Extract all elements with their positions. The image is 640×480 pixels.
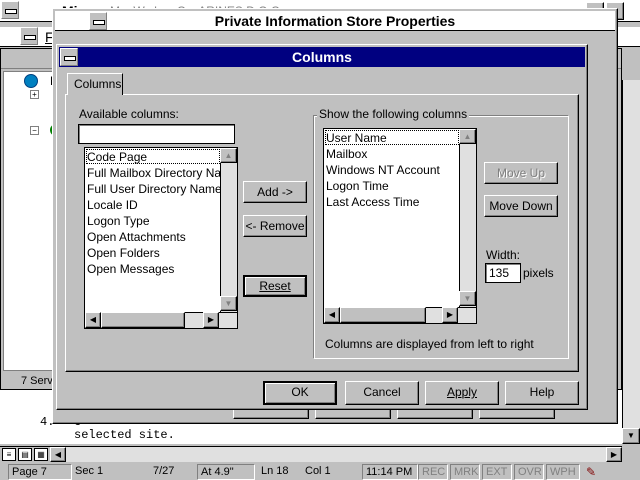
available-scroll-right-icon[interactable]: ▶ xyxy=(203,312,219,328)
status-ovr[interactable]: OVR xyxy=(514,464,544,480)
add-button[interactable]: Add -> xyxy=(243,181,307,203)
columns-title: Columns xyxy=(292,49,352,65)
list-item[interactable]: Mailbox xyxy=(326,146,367,162)
width-input[interactable]: 135 xyxy=(485,263,521,283)
show-columns-list[interactable]: User Name Mailbox Windows NT Account Log… xyxy=(323,128,477,324)
list-item[interactable]: Last Access Time xyxy=(326,194,419,210)
available-columns-input[interactable] xyxy=(78,124,235,144)
word-vscroll[interactable] xyxy=(622,80,640,444)
tab-columns-label: Columns xyxy=(74,77,122,91)
show-scroll-down-icon[interactable]: ▼ xyxy=(459,291,476,306)
available-scroll-down-icon[interactable]: ▼ xyxy=(220,296,237,311)
status-pages: 7/27 xyxy=(153,465,175,477)
status-ln: Ln 18 xyxy=(261,465,289,477)
show-columns-label: Show the following columns xyxy=(317,107,470,121)
move-down-button-label: Move Down xyxy=(489,199,553,213)
tree-expand-icon[interactable]: + xyxy=(30,90,39,99)
reset-button[interactable]: Reset xyxy=(243,275,307,297)
width-label: Width: xyxy=(486,248,521,262)
tab-columns[interactable]: Columns xyxy=(67,73,123,95)
pixels-label: pixels xyxy=(523,266,554,280)
list-item[interactable]: Open Folders xyxy=(87,245,160,261)
word-hscroll-left[interactable]: ◀ xyxy=(50,447,66,462)
available-columns-list[interactable]: Code Page Full Mailbox Directory Name Fu… xyxy=(84,147,238,329)
available-scroll-left-icon[interactable]: ◀ xyxy=(85,312,101,328)
list-item[interactable]: Open Messages xyxy=(87,261,174,277)
columns-dialog: Columns Columns Available columns: Code … xyxy=(56,44,588,410)
columns-title-bar: Columns xyxy=(59,47,585,67)
apply-button[interactable]: Apply xyxy=(425,381,499,405)
available-scroll-thumb[interactable] xyxy=(101,312,185,328)
word-system-menu-icon[interactable] xyxy=(1,1,19,19)
remove-button-label: <- Remove xyxy=(245,219,305,233)
list-item[interactable]: Logon Type xyxy=(87,213,150,229)
word-hscroll-bar: ≡ ▤ ▦ ◀ ▶ xyxy=(0,446,622,463)
help-button[interactable]: Help xyxy=(505,381,579,405)
doc-system-menu-icon[interactable] xyxy=(20,27,38,45)
ok-button-label: OK xyxy=(291,385,309,399)
list-item[interactable]: Open Attachments xyxy=(87,229,186,245)
view-outline-icon[interactable]: ▦ xyxy=(34,448,48,461)
status-page: Page 7 xyxy=(8,464,72,480)
show-scroll-thumb[interactable] xyxy=(340,307,426,323)
word-hscroll-right[interactable]: ▶ xyxy=(606,447,622,462)
exchange-status-fragment: 7 Serv xyxy=(21,375,53,387)
available-scroll-up-icon[interactable]: ▲ xyxy=(220,148,237,163)
list-item[interactable]: Full User Directory Name xyxy=(87,181,222,197)
apply-button-label: Apply xyxy=(446,385,478,399)
cancel-button[interactable]: Cancel xyxy=(345,381,419,405)
properties-title-bar: Private Information Store Properties xyxy=(55,11,615,31)
remove-button[interactable]: <- Remove xyxy=(243,215,307,237)
show-vscroll[interactable] xyxy=(459,129,476,307)
status-book-icon[interactable]: ✎ xyxy=(586,465,604,479)
columns-order-note: Columns are displayed from left to right xyxy=(325,337,534,351)
word-hscroll-track[interactable] xyxy=(66,447,606,462)
move-down-button[interactable]: Move Down xyxy=(484,195,558,217)
list-item[interactable]: Code Page xyxy=(87,149,147,165)
word-vscroll-down[interactable]: ▼ xyxy=(622,428,640,444)
available-columns-label: Available columns: xyxy=(79,107,179,121)
tree-collapse-icon[interactable]: − xyxy=(30,126,39,135)
status-wph[interactable]: WPH xyxy=(546,464,580,480)
tree-globe-icon xyxy=(24,74,38,88)
available-vscroll[interactable] xyxy=(220,148,237,312)
status-mrk[interactable]: MRK xyxy=(450,464,480,480)
show-scroll-right-icon[interactable]: ▶ xyxy=(442,307,458,323)
move-up-button-label: Move Up xyxy=(496,166,546,180)
list-item[interactable]: Full Mailbox Directory Name xyxy=(87,165,238,181)
properties-title: Private Information Store Properties xyxy=(214,13,456,29)
help-button-label: Help xyxy=(529,385,555,399)
status-rec[interactable]: REC xyxy=(418,464,448,480)
ok-button[interactable]: OK xyxy=(263,381,337,405)
show-scroll-up-icon[interactable]: ▲ xyxy=(459,129,476,144)
status-ext[interactable]: EXT xyxy=(482,464,512,480)
reset-button-label: Reset xyxy=(259,279,291,293)
list-item[interactable]: Logon Time xyxy=(326,178,389,194)
list-item[interactable]: Windows NT Account xyxy=(326,162,440,178)
status-col: Col 1 xyxy=(305,465,331,477)
cancel-button-label: Cancel xyxy=(363,385,401,399)
list-item[interactable]: User Name xyxy=(326,130,387,146)
show-scroll-left-icon[interactable]: ◀ xyxy=(324,307,340,323)
status-sec: Sec 1 xyxy=(75,465,104,477)
move-up-button[interactable]: Move Up xyxy=(484,162,558,184)
list-item[interactable]: Locale ID xyxy=(87,197,138,213)
view-normal-icon[interactable]: ≡ xyxy=(2,448,16,461)
word-doc-line2: selected site. xyxy=(74,428,175,442)
view-layout-icon[interactable]: ▤ xyxy=(18,448,32,461)
add-button-label: Add -> xyxy=(257,185,293,199)
status-at: At 4.9" xyxy=(197,464,255,480)
status-time: 11:14 PM xyxy=(362,464,418,480)
